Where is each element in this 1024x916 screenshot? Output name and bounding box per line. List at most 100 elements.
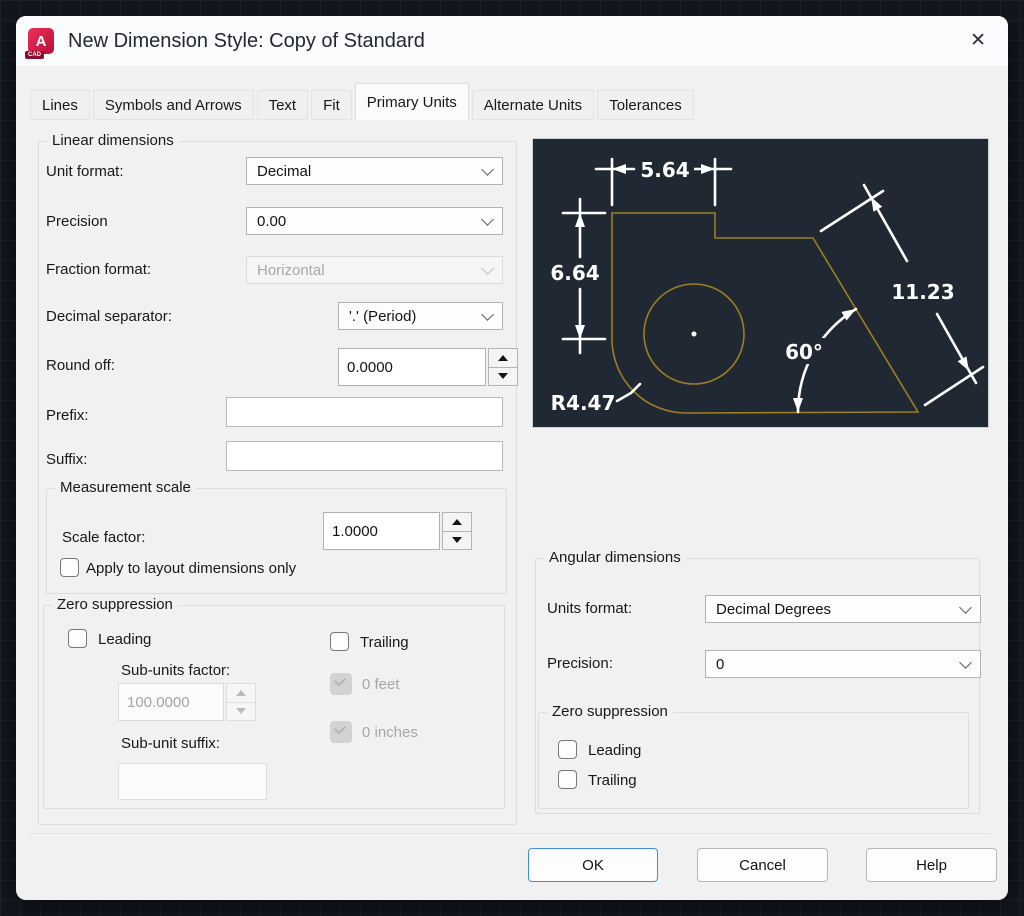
- dim-text-backgrounds: [547, 156, 957, 364]
- circle-center-dot: [692, 332, 697, 337]
- decimal-separator-combo[interactable]: '.' (Period): [338, 302, 503, 330]
- down-arrow-icon: [452, 537, 462, 543]
- angular-dimensions-legend: Angular dimensions: [544, 549, 686, 566]
- logo-letter: A: [36, 33, 47, 50]
- help-button[interactable]: Help: [866, 848, 997, 882]
- autocad-logo-icon: A CAD: [28, 28, 54, 54]
- angular-units-format-combo[interactable]: Decimal Degrees: [705, 595, 981, 623]
- round-off-down-button[interactable]: [488, 367, 518, 387]
- suffix-label: Suffix:: [46, 451, 87, 468]
- precision-label: Precision: [46, 213, 108, 230]
- angular-precision-combo[interactable]: 0: [705, 650, 981, 678]
- dim-left-text: 6.64: [550, 261, 599, 285]
- fraction-format-value: Horizontal: [257, 262, 325, 279]
- chevron-down-icon: [481, 213, 494, 226]
- zero-feet-label: 0 feet: [362, 676, 400, 693]
- decimal-separator-label: Decimal separator:: [46, 308, 172, 325]
- up-arrow-icon: [498, 355, 508, 361]
- leading-checkbox[interactable]: [68, 629, 87, 648]
- unit-format-combo[interactable]: Decimal: [246, 157, 503, 185]
- chevron-down-icon: [959, 601, 972, 614]
- sub-units-factor-down-button: [226, 702, 256, 722]
- dim-top-text: 5.64: [640, 158, 689, 182]
- down-arrow-icon: [236, 708, 246, 714]
- content-footer-divider: [30, 833, 991, 834]
- preview-drawing: 5.64 6.64 11.23 60° R4.47: [533, 139, 988, 427]
- tab-strip: Lines Symbols and Arrows Text Fit Primar…: [30, 82, 994, 120]
- angular-zero-suppression-group: Zero suppression: [538, 712, 969, 809]
- sub-units-factor-up-button: [226, 683, 256, 703]
- angular-trailing-label: Trailing: [588, 772, 637, 789]
- angular-trailing-checkbox[interactable]: [558, 770, 577, 789]
- zero-inches-checkbox: [330, 721, 352, 743]
- leading-label: Leading: [98, 631, 151, 648]
- cancel-button[interactable]: Cancel: [697, 848, 828, 882]
- scale-factor-label: Scale factor:: [62, 529, 145, 546]
- tab-lines[interactable]: Lines: [30, 90, 90, 120]
- round-off-spinbox[interactable]: 0.0000: [338, 348, 518, 386]
- unit-format-value: Decimal: [257, 163, 311, 180]
- dim-diagonal-text: 11.23: [891, 280, 954, 304]
- round-off-label: Round off:: [46, 357, 115, 374]
- round-off-up-button[interactable]: [488, 348, 518, 368]
- chevron-down-icon: [481, 262, 494, 275]
- scale-factor-value[interactable]: 1.0000: [323, 512, 440, 550]
- prefix-input[interactable]: [226, 397, 503, 427]
- new-dimension-style-dialog: A CAD New Dimension Style: Copy of Stand…: [16, 16, 1008, 900]
- angular-leading-label: Leading: [588, 742, 641, 759]
- tab-primary-units[interactable]: Primary Units: [355, 83, 469, 120]
- tab-symbols-and-arrows[interactable]: Symbols and Arrows: [93, 90, 254, 120]
- sub-units-factor-label: Sub-units factor:: [121, 662, 230, 679]
- dim-angle-text: 60°: [785, 340, 823, 364]
- suffix-input[interactable]: [226, 441, 503, 471]
- linear-dimensions-legend: Linear dimensions: [47, 132, 179, 149]
- precision-value: 0.00: [257, 213, 286, 230]
- zero-suppression-legend: Zero suppression: [52, 596, 178, 613]
- up-arrow-icon: [452, 519, 462, 525]
- angular-zero-suppression-legend: Zero suppression: [547, 703, 673, 720]
- down-arrow-icon: [498, 373, 508, 379]
- scale-factor-up-button[interactable]: [442, 512, 472, 532]
- trailing-label: Trailing: [360, 634, 409, 651]
- dialog-title: New Dimension Style: Copy of Standard: [68, 30, 425, 53]
- angular-precision-label: Precision:: [547, 655, 613, 672]
- prefix-label: Prefix:: [46, 407, 89, 424]
- apply-layout-only-checkbox[interactable]: [60, 558, 79, 577]
- fraction-format-label: Fraction format:: [46, 261, 151, 278]
- tab-alternate-units[interactable]: Alternate Units: [472, 90, 594, 120]
- logo-sub-badge: CAD: [25, 51, 44, 59]
- sub-units-factor-spinbox: 100.0000: [118, 683, 256, 721]
- trailing-checkbox[interactable]: [330, 632, 349, 651]
- scale-factor-down-button[interactable]: [442, 531, 472, 551]
- chevron-down-icon: [481, 163, 494, 176]
- sub-unit-suffix-label: Sub-unit suffix:: [121, 735, 220, 752]
- angular-units-format-value: Decimal Degrees: [716, 601, 831, 618]
- zero-inches-label: 0 inches: [362, 724, 418, 741]
- decimal-separator-value: '.' (Period): [349, 308, 416, 325]
- angular-leading-checkbox[interactable]: [558, 740, 577, 759]
- tab-tolerances[interactable]: Tolerances: [597, 90, 694, 120]
- unit-format-label: Unit format:: [46, 163, 124, 180]
- part-outline: [612, 213, 918, 413]
- dim-radius-text: R4.47: [551, 391, 616, 415]
- chevron-down-icon: [959, 656, 972, 669]
- round-off-value[interactable]: 0.0000: [338, 348, 486, 386]
- dimension-preview-image: 5.64 6.64 11.23 60° R4.47: [532, 138, 989, 428]
- chevron-down-icon: [481, 308, 494, 321]
- zero-feet-checkbox: [330, 673, 352, 695]
- tab-fit[interactable]: Fit: [311, 90, 352, 120]
- up-arrow-icon: [236, 690, 246, 696]
- tab-text[interactable]: Text: [257, 90, 309, 120]
- sub-units-factor-value: 100.0000: [118, 683, 224, 721]
- close-icon[interactable]: ✕: [970, 28, 986, 54]
- sub-unit-suffix-input: [118, 763, 267, 800]
- apply-layout-only-label: Apply to layout dimensions only: [86, 560, 296, 577]
- measurement-scale-legend: Measurement scale: [55, 479, 196, 496]
- title-bar: A CAD New Dimension Style: Copy of Stand…: [16, 16, 1008, 66]
- angular-precision-value: 0: [716, 656, 724, 673]
- angular-units-format-label: Units format:: [547, 600, 632, 617]
- fraction-format-combo: Horizontal: [246, 256, 503, 284]
- precision-combo[interactable]: 0.00: [246, 207, 503, 235]
- ok-button[interactable]: OK: [528, 848, 658, 882]
- scale-factor-spinbox[interactable]: 1.0000: [323, 512, 472, 550]
